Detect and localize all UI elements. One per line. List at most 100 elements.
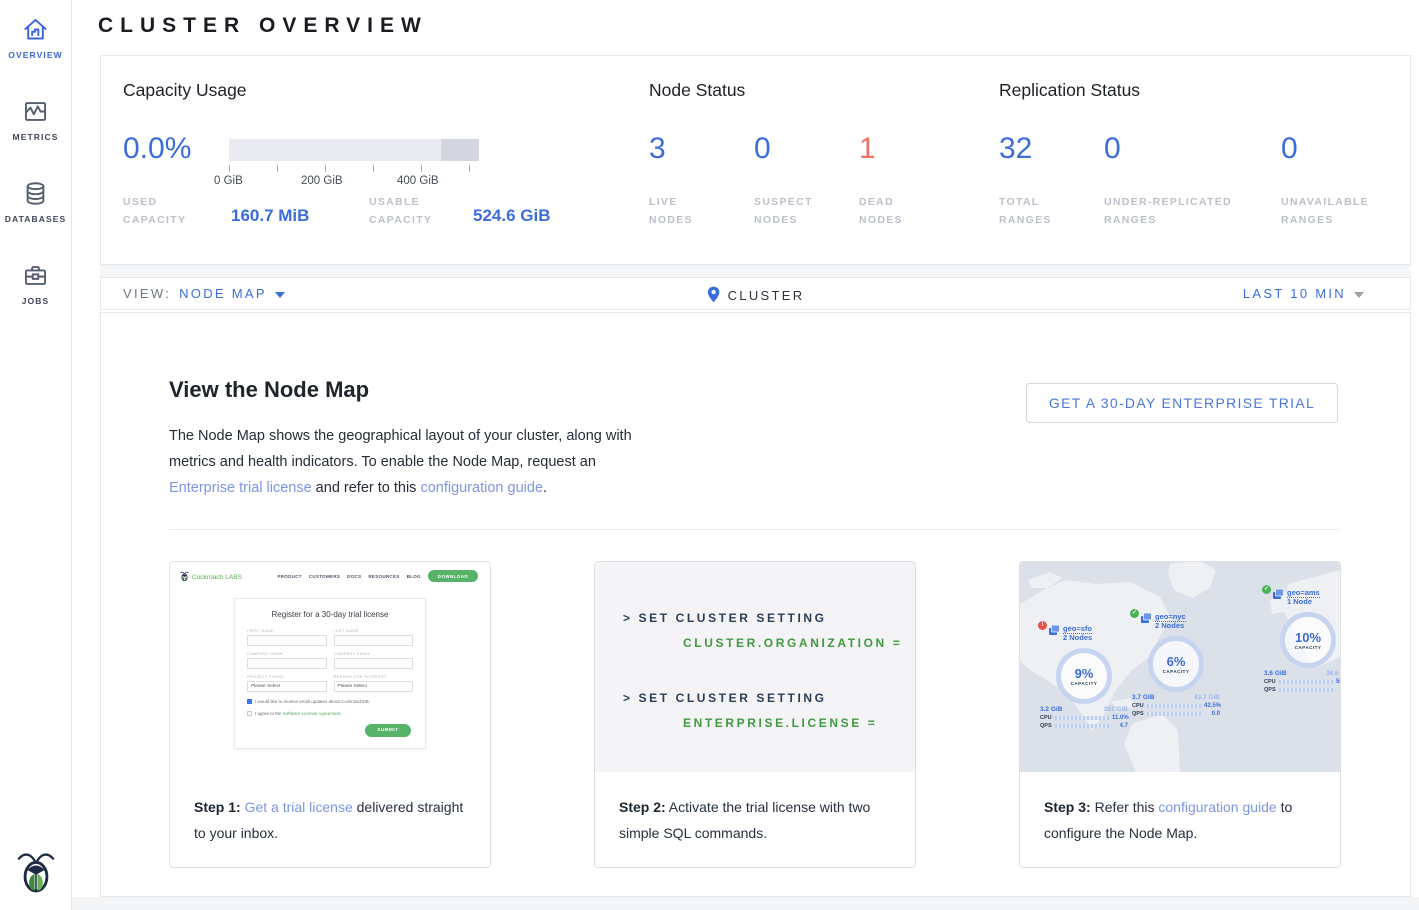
checkbox-label: I would like to receive email updates ab… (255, 699, 370, 704)
chevron-down-icon[interactable] (1354, 292, 1364, 298)
capacity-percent: 0.0% (123, 132, 191, 166)
step1-caption: Step 1: Get a trial license delivered st… (170, 772, 490, 846)
license-agreement-checkbox (247, 711, 252, 716)
step3-text: Refer this (1091, 799, 1159, 815)
form-title: Register for a 30-day trial license (247, 610, 413, 619)
node-total: 36.6 GiB (1326, 670, 1340, 677)
node-capacity-percent: 10% (1295, 630, 1321, 645)
cpu-bar (1055, 716, 1109, 720)
qps-label: QPS (1040, 723, 1052, 729)
qps-value: 8.4 (1336, 687, 1340, 693)
sql-prompt-line: > SET CLUSTER SETTING (623, 686, 915, 711)
license-agreement-link: Software License Agreement. (283, 711, 342, 716)
view-label: VIEW: (123, 286, 171, 301)
panel-gap (100, 265, 1411, 277)
sidebar-item-metrics[interactable]: METRICS (0, 82, 71, 164)
first-name-input (247, 635, 327, 646)
capacity-ring-gauge: 6% CAPACITY (1148, 636, 1204, 692)
node-healthy-badge-icon: ✓ (1130, 609, 1139, 618)
capacity-gauge-ticks (229, 165, 479, 172)
cockroach-labs-logo: Cockroach LABS (180, 570, 242, 582)
node-count: 2 Nodes (1155, 621, 1184, 630)
sql-setting-line: ENTERPRISE.LICENSE = (623, 711, 915, 736)
cpu-label: CPU (1040, 715, 1052, 721)
get-trial-license-link[interactable]: Get a trial license (245, 799, 353, 815)
capacity-usage-title: Capacity Usage (123, 80, 247, 101)
get-enterprise-trial-button[interactable]: GET A 30-DAY ENTERPRISE TRIAL (1026, 383, 1338, 423)
total-ranges-value: 32 (999, 132, 1032, 166)
chevron-down-icon[interactable] (275, 292, 285, 298)
total-ranges-label: TOTAL RANGES (999, 193, 1052, 229)
nodes-cube-icon (1140, 612, 1152, 624)
capacity-gauge: 0 GiB 200 GiB 400 GiB (229, 139, 479, 199)
node-capacity-percent: 9% (1075, 666, 1094, 681)
metrics-icon (22, 98, 49, 125)
node-capacity-percent: 6% (1167, 654, 1186, 669)
step3-card: ! geo=sfo2 Nodes 9% CAPACITY 3.2 GiB351 … (1019, 561, 1341, 868)
nodes-cube-icon (1048, 624, 1060, 636)
nav-docs: DOCS (347, 574, 361, 579)
nav-customers: CUSTOMERS (309, 574, 340, 579)
enterprise-trial-license-link[interactable]: Enterprise trial license (169, 480, 312, 496)
step3-label: Step 3: (1044, 799, 1091, 815)
node-count: 2 Nodes (1063, 633, 1092, 642)
field-label: LAST NAME (334, 628, 414, 633)
trial-license-site-thumbnail: Cockroach LABS PRODUCT CUSTOMERS DOCS RE… (170, 562, 490, 772)
qps-value: 4.7 (1112, 723, 1128, 729)
node-used: 3.6 GiB (1264, 670, 1286, 677)
capacity-label: CAPACITY (1295, 645, 1322, 650)
used-capacity-value: 160.7 MiB (231, 206, 309, 226)
cpu-value: 42.5% (1204, 703, 1220, 709)
node-map-description: The Node Map shows the geographical layo… (169, 423, 637, 501)
project-phase-select: Please Select (247, 681, 327, 692)
last-name-input (334, 635, 414, 646)
under-replicated-ranges-label: UNDER-REPLICATED RANGES (1104, 193, 1232, 229)
node-count: 1 Node (1287, 597, 1312, 606)
sidebar-item-label: METRICS (0, 132, 71, 142)
dead-nodes-label: DEAD NODES (859, 193, 903, 229)
description-text: . (543, 480, 547, 496)
home-icon (22, 16, 49, 43)
under-replicated-ranges-value: 0 (1104, 132, 1121, 166)
suspect-nodes-value: 0 (754, 132, 771, 166)
map-node-nyc: ✓ geo=nyc2 Nodes 6% CAPACITY 3.7 GiB43.7… (1130, 612, 1222, 717)
configuration-guide-link[interactable]: configuration guide (420, 480, 543, 496)
used-capacity-label: USED CAPACITY (123, 193, 186, 229)
qps-bar (1147, 712, 1201, 716)
company-email-input (334, 658, 414, 669)
submit-button: SUBMIT (365, 724, 411, 737)
sidebar-item-overview[interactable]: OVERVIEW (0, 0, 71, 82)
download-button: DOWNLOAD (428, 570, 478, 582)
cpu-value: 11.0% (1112, 715, 1128, 721)
configuration-guide-link[interactable]: configuration guide (1158, 799, 1276, 815)
live-nodes-value: 3 (649, 132, 666, 166)
nav-product: PRODUCT (277, 574, 301, 579)
nodes-cube-icon (1272, 588, 1284, 600)
node-healthy-badge-icon: ✓ (1262, 585, 1271, 594)
map-pin-icon (707, 286, 720, 303)
usable-capacity-value: 524.6 GiB (473, 206, 551, 226)
field-label: COMPANY EMAIL (334, 651, 414, 656)
sql-setting-line: CLUSTER.ORGANIZATION = (623, 631, 915, 656)
sidebar-item-jobs[interactable]: JOBS (0, 246, 71, 328)
capacity-ring-gauge: 10% CAPACITY (1280, 612, 1336, 668)
field-label: PROJECT PHASE (247, 674, 327, 679)
suspect-nodes-label: SUSPECT NODES (754, 193, 813, 229)
view-selector[interactable]: NODE MAP (179, 286, 267, 301)
qps-label: QPS (1132, 711, 1144, 717)
node-map-heading: View the Node Map (169, 377, 369, 403)
cockroachdb-logo (0, 849, 72, 898)
sidebar-item-databases[interactable]: DATABASES (0, 164, 71, 246)
cpu-label: CPU (1264, 679, 1276, 685)
step1-label: Step 1: (194, 799, 241, 815)
time-range-selector[interactable]: LAST 10 MIN (1243, 286, 1346, 301)
company-name-input (247, 658, 327, 669)
map-node-sfo: ! geo=sfo2 Nodes 9% CAPACITY 3.2 GiB351 … (1038, 624, 1130, 729)
qps-bar (1279, 688, 1333, 692)
node-total: 351 GiB (1104, 706, 1128, 713)
capacity-gauge-bar (229, 139, 479, 161)
gauge-tick-label: 400 GiB (397, 175, 439, 187)
node-used: 3.2 GiB (1040, 706, 1062, 713)
trial-register-form: Register for a 30-day trial license FIRS… (234, 598, 426, 749)
cpu-bar (1279, 680, 1333, 684)
